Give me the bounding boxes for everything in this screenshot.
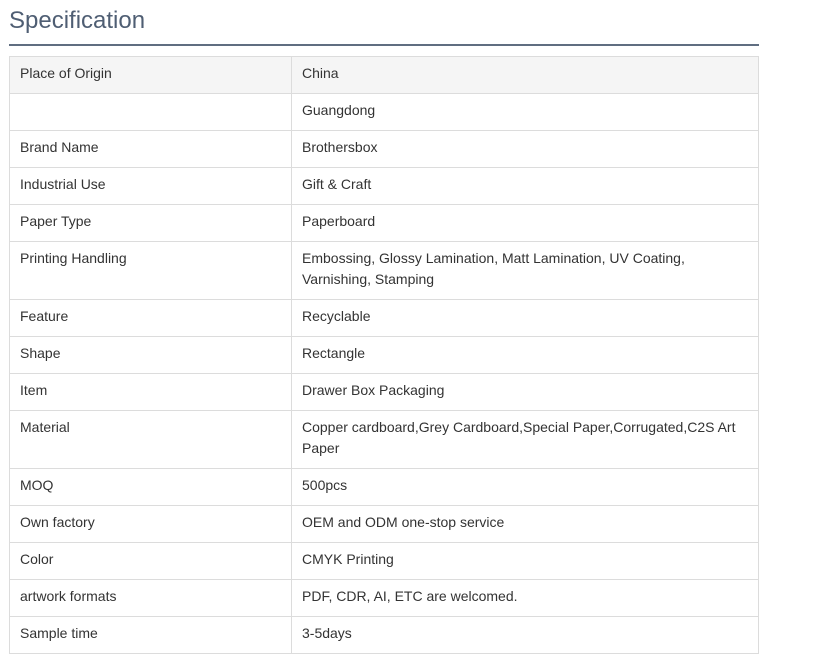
table-row: Shape Rectangle <box>9 336 759 374</box>
spec-value: Guangdong <box>291 93 759 131</box>
table-row: Material Copper cardboard,Grey Cardboard… <box>9 410 759 469</box>
spec-key: Printing Handling <box>9 241 292 300</box>
spec-key: Place of Origin <box>9 56 292 94</box>
spec-value: 500pcs <box>291 468 759 506</box>
spec-value: Brothersbox <box>291 130 759 168</box>
spec-key: Material <box>9 410 292 469</box>
spec-value: China <box>291 56 759 94</box>
spec-key: Industrial Use <box>9 167 292 205</box>
spec-key: Sample time <box>9 616 292 654</box>
spec-key <box>9 93 292 131</box>
table-row: Color CMYK Printing <box>9 542 759 580</box>
spec-key: artwork formats <box>9 579 292 617</box>
spec-value: OEM and ODM one-stop service <box>291 505 759 543</box>
spec-value: Copper cardboard,Grey Cardboard,Special … <box>291 410 759 469</box>
table-row: artwork formats PDF, CDR, AI, ETC are we… <box>9 579 759 617</box>
spec-key: Paper Type <box>9 204 292 242</box>
table-row: Sample time 3-5days <box>9 616 759 654</box>
spec-value: Recyclable <box>291 299 759 337</box>
spec-value: 3-5days <box>291 616 759 654</box>
spec-key: MOQ <box>9 468 292 506</box>
table-row: MOQ 500pcs <box>9 468 759 506</box>
table-row: Own factory OEM and ODM one-stop service <box>9 505 759 543</box>
table-row: Printing Handling Embossing, Glossy Lami… <box>9 241 759 300</box>
spec-key: Color <box>9 542 292 580</box>
spec-value: Embossing, Glossy Lamination, Matt Lamin… <box>291 241 759 300</box>
spec-key: Shape <box>9 336 292 374</box>
spec-key: Brand Name <box>9 130 292 168</box>
table-row: Item Drawer Box Packaging <box>9 373 759 411</box>
spec-key: Feature <box>9 299 292 337</box>
spec-value: Paperboard <box>291 204 759 242</box>
spec-value: PDF, CDR, AI, ETC are welcomed. <box>291 579 759 617</box>
spec-value: CMYK Printing <box>291 542 759 580</box>
table-row: Brand Name Brothersbox <box>9 130 759 168</box>
spec-key: Own factory <box>9 505 292 543</box>
table-row: Paper Type Paperboard <box>9 204 759 242</box>
title-divider <box>9 44 759 46</box>
spec-key: Item <box>9 373 292 411</box>
section-title: Specification <box>9 7 146 34</box>
spec-value: Drawer Box Packaging <box>291 373 759 411</box>
table-row: Feature Recyclable <box>9 299 759 337</box>
table-row: Guangdong <box>9 93 759 131</box>
table-row: Industrial Use Gift & Craft <box>9 167 759 205</box>
specification-table: Place of Origin China Guangdong Brand Na… <box>9 56 759 654</box>
spec-value: Rectangle <box>291 336 759 374</box>
specification-section: Specification Place of Origin China Guan… <box>9 0 759 654</box>
table-row: Place of Origin China <box>9 56 759 94</box>
spec-value: Gift & Craft <box>291 167 759 205</box>
